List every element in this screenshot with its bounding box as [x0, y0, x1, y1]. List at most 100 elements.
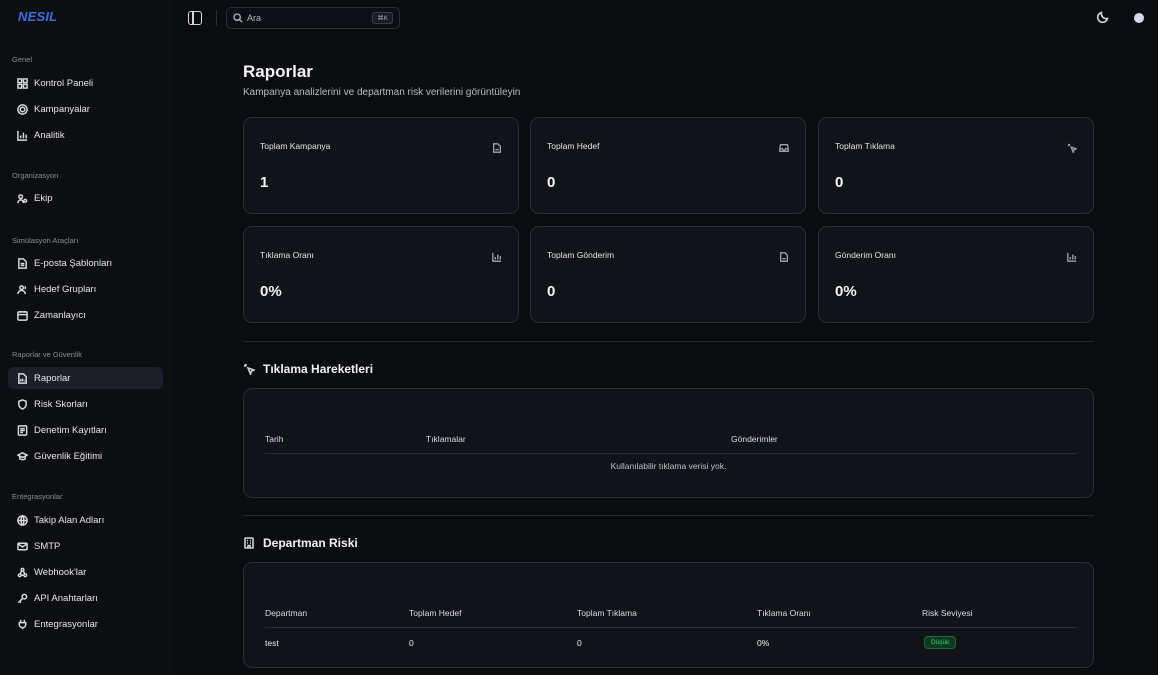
sidebar: NESIL Genel Kontrol Paneli Kampanyalar A…: [0, 0, 172, 675]
sidebar-item-label: Raporlar: [34, 372, 71, 384]
search-box[interactable]: ⌘K: [226, 7, 400, 29]
sidebar-item-kontrol-paneli[interactable]: Kontrol Paneli: [8, 72, 163, 94]
stat-value: 0: [547, 283, 556, 300]
page-subtitle: Kampanya analizlerini ve departman risk …: [243, 87, 521, 98]
file-icon: [492, 140, 502, 153]
stat-card-gonderim-orani: Gönderim Oranı 0%: [818, 226, 1094, 323]
avatar[interactable]: [1134, 13, 1144, 23]
column-header-tiklamalar: Tıklamalar: [426, 434, 466, 444]
column-header-departman: Departman: [265, 608, 308, 618]
sidebar-item-zamanlayici[interactable]: Zamanlayıcı: [8, 304, 163, 326]
cell-department: test: [265, 638, 279, 648]
cell-targets: 0: [409, 638, 414, 648]
sidebar-item-entegrasyonlar[interactable]: Entegrasyonlar: [8, 613, 163, 635]
search-input[interactable]: [247, 13, 367, 23]
risk-level-badge: Düşük: [924, 636, 957, 649]
stat-value: 0: [547, 174, 556, 191]
building-icon: [244, 537, 254, 549]
sidebar-group-organizasyon: Organizasyon: [12, 171, 59, 180]
theme-toggle-icon[interactable]: [1096, 10, 1110, 24]
click-icon: [243, 363, 255, 375]
search-icon: [233, 13, 243, 23]
stat-label: Toplam Tıklama: [835, 141, 895, 151]
stat-card-toplam-tiklama: Toplam Tıklama 0: [818, 117, 1094, 214]
stat-card-tiklama-orani: Tıklama Oranı 0%: [243, 226, 519, 323]
sidebar-item-denetim-kayitlari[interactable]: Denetim Kayıtları: [8, 419, 163, 441]
globe-icon: [16, 514, 28, 526]
sidebar-item-takip-alan-adlari[interactable]: Takip Alan Adları: [8, 509, 163, 531]
sidebar-item-label: Zamanlayıcı: [34, 309, 86, 321]
section-title-tiklama-hareketleri: Tıklama Hareketleri: [243, 362, 373, 376]
key-icon: [16, 592, 28, 604]
target-icon: [16, 103, 28, 115]
brand-logo[interactable]: NESIL: [18, 9, 57, 24]
page-title: Raporlar: [243, 62, 313, 81]
sidebar-item-raporlar[interactable]: Raporlar: [8, 367, 163, 389]
sidebar-item-risk-skorlari[interactable]: Risk Skorları: [8, 393, 163, 415]
column-header-toplam-hedef: Toplam Hedef: [409, 608, 462, 618]
sidebar-item-label: Takip Alan Adları: [34, 514, 105, 526]
sidebar-item-eposta-sablonlari[interactable]: E-posta Şablonları: [8, 252, 163, 274]
column-header-toplam-tiklama: Toplam Tıklama: [577, 608, 637, 618]
section-divider: [243, 515, 1094, 516]
table-header-divider: [265, 627, 1077, 628]
webhook-icon: [16, 566, 28, 578]
department-risk-table: Departman Toplam Hedef Toplam Tıklama Tı…: [243, 562, 1094, 668]
sidebar-group-raporlar: Raporlar ve Güvenlik: [12, 350, 83, 359]
stat-label: Toplam Hedef: [547, 141, 600, 151]
sidebar-item-label: Analitik: [34, 129, 65, 141]
sidebar-item-label: API Anahtarları: [34, 592, 98, 604]
sidebar-item-kampanyalar[interactable]: Kampanyalar: [8, 98, 163, 120]
bar-chart-icon: [1067, 249, 1077, 262]
stat-value: 0%: [260, 283, 282, 300]
sidebar-item-hedef-gruplari[interactable]: Hedef Grupları: [8, 278, 163, 300]
sidebar-item-smtp[interactable]: SMTP: [8, 535, 163, 557]
mail-icon: [16, 540, 28, 552]
clicks-table: Tarih Tıklamalar Gönderimler Kullanılabi…: [243, 388, 1094, 498]
shield-icon: [16, 398, 28, 410]
column-header-tarih: Tarih: [265, 434, 284, 444]
click-icon: [1067, 140, 1079, 155]
bar-chart-icon: [16, 129, 28, 141]
inbox-icon: [779, 140, 789, 152]
sidebar-item-analitik[interactable]: Analitik: [8, 124, 163, 146]
sidebar-item-label: SMTP: [34, 540, 61, 552]
sidebar-item-label: Risk Skorları: [34, 398, 88, 410]
sidebar-item-label: E-posta Şablonları: [34, 257, 113, 269]
sidebar-toggle-icon[interactable]: [188, 11, 202, 25]
sidebar-item-label: Entegrasyonlar: [34, 618, 98, 630]
column-header-tiklama-orani: Tıklama Oranı: [757, 608, 811, 618]
sidebar-item-api-anahtarlari[interactable]: API Anahtarları: [8, 587, 163, 609]
column-header-gonderimler: Gönderimler: [731, 434, 778, 444]
cell-rate: 0%: [757, 638, 770, 648]
sidebar-group-entegrasyonlar: Entegrasyonlar: [12, 492, 63, 501]
sidebar-item-guvenlik-egitimi[interactable]: Güvenlik Eğitimi: [8, 445, 163, 467]
stat-value: 0%: [835, 283, 857, 300]
sidebar-item-label: Webhook'lar: [34, 566, 87, 578]
stat-label: Tıklama Oranı: [260, 250, 314, 260]
stat-value: 0: [835, 174, 844, 191]
section-divider: [243, 341, 1094, 342]
report-icon: [16, 372, 28, 384]
sidebar-item-webhooklar[interactable]: Webhook'lar: [8, 561, 163, 583]
sidebar-item-ekip[interactable]: Ekip: [8, 187, 163, 209]
sidebar-item-label: Kontrol Paneli: [34, 77, 94, 89]
sidebar-group-simulasyon: Simülasyon Araçları: [12, 236, 79, 245]
section-title-departman-riski: Departman Riski: [243, 536, 358, 550]
calendar-icon: [16, 309, 28, 321]
cell-clicks: 0: [577, 638, 582, 648]
graduation-cap-icon: [16, 450, 28, 462]
search-shortcut: ⌘K: [372, 12, 393, 24]
file-icon: [16, 257, 28, 269]
stat-card-toplam-kampanya: Toplam Kampanya 1: [243, 117, 519, 214]
plug-icon: [16, 618, 28, 630]
sidebar-item-label: Ekip: [34, 192, 53, 204]
sidebar-item-label: Kampanyalar: [34, 103, 90, 115]
bar-chart-icon: [492, 249, 502, 262]
table-header-divider: [265, 453, 1077, 454]
topbar-divider: [216, 10, 217, 26]
column-header-risk-seviyesi: Risk Seviyesi: [922, 608, 973, 618]
stat-label: Toplam Gönderim: [547, 250, 615, 260]
users-icon: [16, 192, 28, 204]
stat-label: Toplam Kampanya: [260, 141, 331, 151]
